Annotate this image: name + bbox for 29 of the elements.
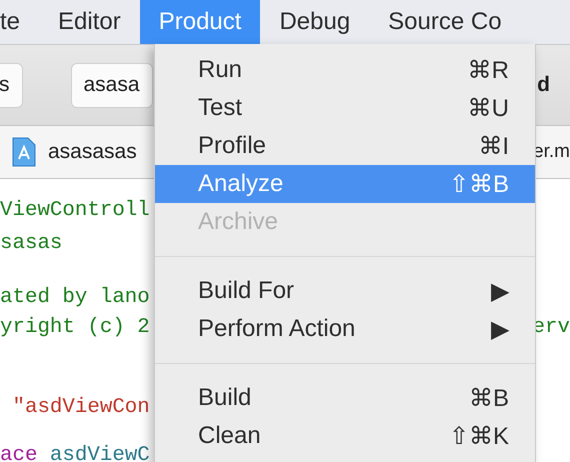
shortcut-text: ⌘B	[468, 384, 509, 412]
file-icon	[12, 137, 36, 167]
file-name[interactable]: asasasas	[48, 140, 137, 164]
menu-item[interactable]: Build ⌘B	[155, 379, 535, 417]
menu-title[interactable]: Debug	[260, 0, 370, 44]
menu-title[interactable]: Source Co	[369, 0, 521, 44]
code-line: ViewControll	[0, 198, 150, 222]
menu-title[interactable]: Editor	[39, 0, 140, 44]
code-line: yright (c) 2	[0, 316, 150, 338]
menu-item[interactable]: Run ⌘R	[155, 51, 535, 89]
code-line: ated by lano	[0, 286, 150, 308]
code-line: "asdViewCon	[11, 396, 150, 418]
menu-title[interactable]: te	[0, 0, 40, 44]
shortcut-text: ⌘U	[468, 94, 509, 122]
shortcut-text: ⌘I	[478, 132, 509, 160]
menu-item[interactable]: Clean ⇧⌘K	[155, 417, 535, 455]
submenu-arrow-icon: ▶	[491, 314, 509, 344]
shortcut-text: ⇧⌘K	[448, 422, 509, 450]
menu-item[interactable]: Profile ⌘I	[155, 127, 535, 165]
menu-item[interactable]: Test ⌘U	[155, 89, 535, 127]
code-line: sasas	[0, 232, 62, 254]
scheme-button[interactable]: asasa	[70, 62, 153, 108]
menu-item[interactable]: Perform Action ▶	[155, 310, 535, 348]
shortcut-text: ⇧⌘B	[448, 170, 509, 198]
submenu-arrow-icon: ▶	[491, 276, 509, 306]
toolbar-text: d	[537, 73, 550, 97]
code-line: ace asdViewC	[0, 444, 150, 462]
menu-item[interactable]: Build For ▶	[155, 272, 535, 310]
shortcut-text: ⌘R	[468, 56, 509, 84]
